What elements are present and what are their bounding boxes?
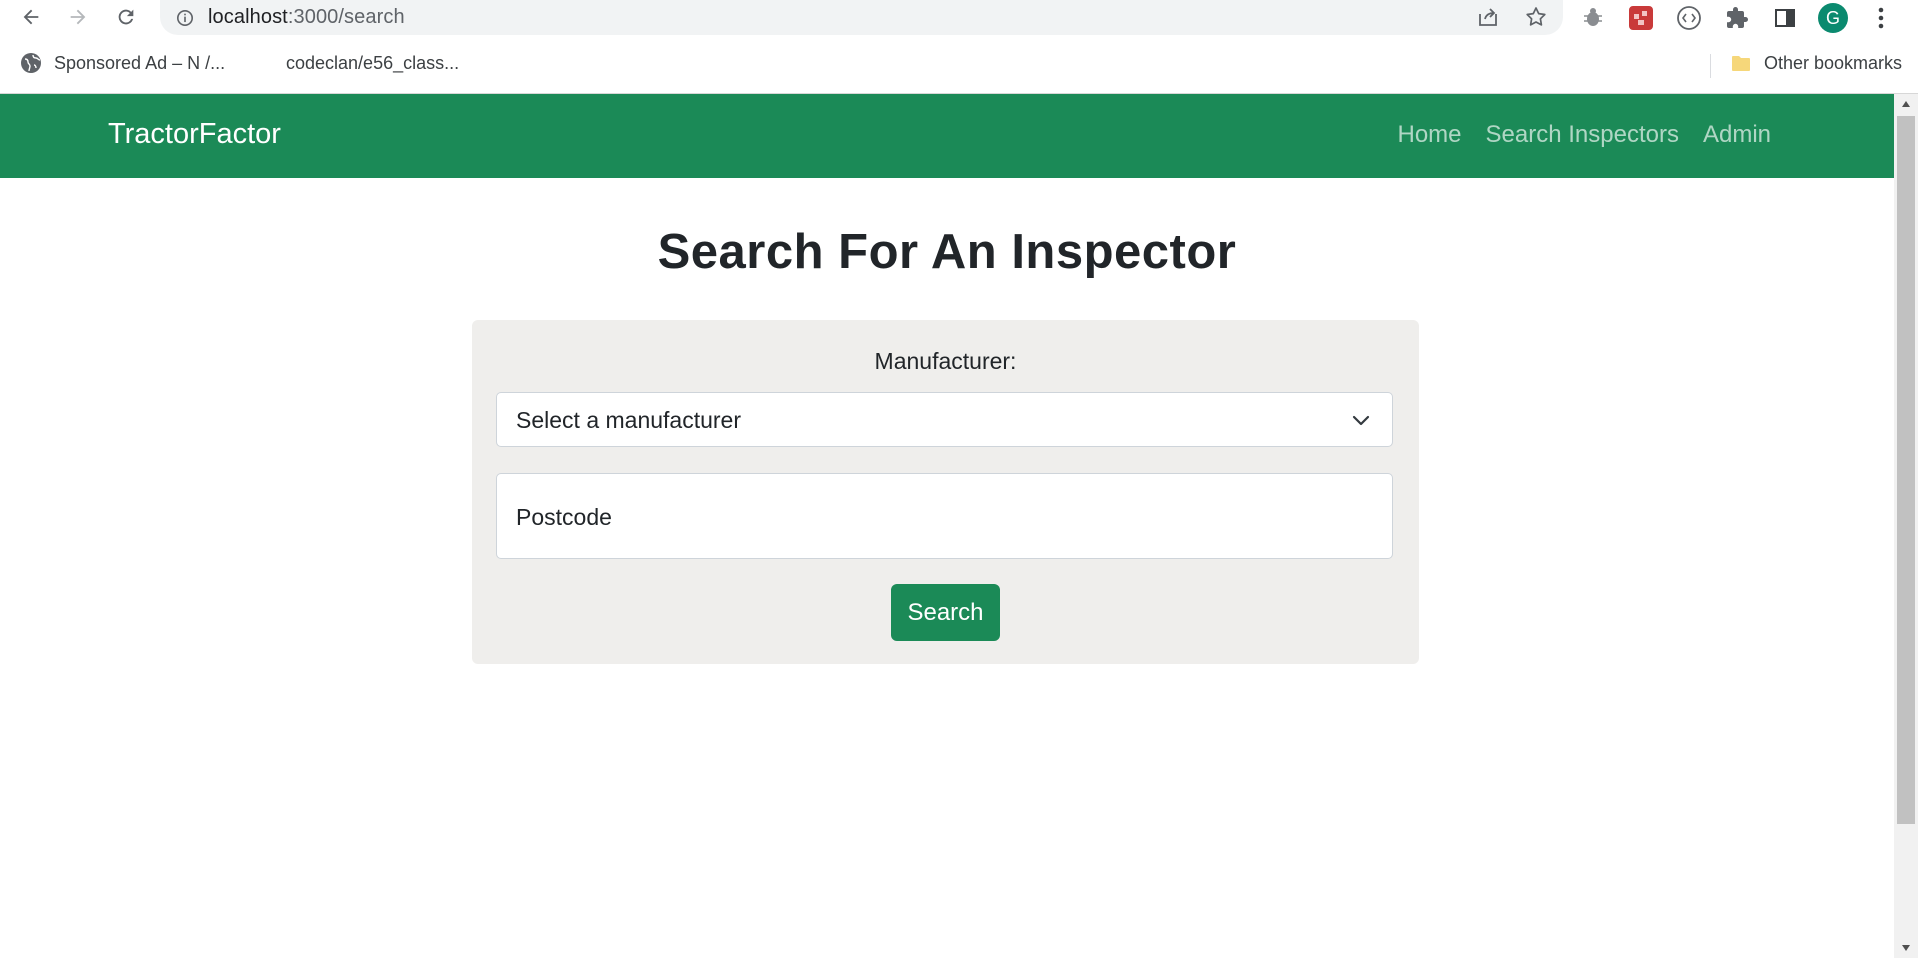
more-menu-icon[interactable] <box>1866 3 1896 33</box>
puzzle-extensions-icon[interactable] <box>1722 3 1752 33</box>
bookmark-label: Sponsored Ad – N /... <box>54 52 226 73</box>
red-extension-icon[interactable] <box>1626 3 1656 33</box>
bookmark-star-icon[interactable] <box>1523 4 1549 30</box>
side-panel-icon[interactable] <box>1770 3 1800 33</box>
search-button[interactable]: Search <box>891 584 1000 641</box>
nav-link-search-inspectors[interactable]: Search Inspectors <box>1486 121 1679 149</box>
site-navbar: TractorFactor Home Search Inspectors Adm… <box>0 94 1894 178</box>
postcode-placeholder: Postcode <box>516 504 612 530</box>
reload-icon <box>118 9 134 25</box>
profile-avatar[interactable]: G <box>1818 3 1848 33</box>
folder-icon <box>1730 52 1752 74</box>
url-text[interactable]: localhost:3000/search <box>208 6 405 29</box>
brand-logo[interactable]: TractorFactor <box>108 118 281 151</box>
manufacturer-select[interactable]: Select a manufacturer <box>496 392 1393 447</box>
profile-initial: G <box>1818 3 1848 33</box>
address-bar[interactable]: localhost:3000/search <box>160 0 1563 35</box>
postcode-input[interactable]: Postcode <box>496 473 1393 559</box>
scroll-up-arrow-icon[interactable] <box>1894 94 1918 114</box>
back-arrow-icon <box>23 9 39 25</box>
url-path: :3000/search <box>287 6 405 28</box>
scrollbar-thumb[interactable] <box>1897 116 1915 824</box>
page-title: Search For An Inspector <box>657 225 1237 279</box>
browser-toolbar: localhost:3000/search G <box>0 0 1918 36</box>
manufacturer-select-value: Select a manufacturer <box>516 407 742 433</box>
bookmark-codeclan[interactable]: codeclan/e56_class... <box>252 52 459 74</box>
bookmark-label: codeclan/e56_class... <box>286 52 460 73</box>
chevron-down-icon <box>1352 415 1370 426</box>
code-extension-icon[interactable] <box>1674 3 1704 33</box>
browser-chrome: localhost:3000/search G Sponsored Ad – N… <box>0 0 1918 94</box>
page-scrollbar[interactable] <box>1894 94 1918 958</box>
nav-links: Home Search Inspectors Admin <box>1398 121 1772 149</box>
page-viewport: TractorFactor Home Search Inspectors Adm… <box>0 94 1894 958</box>
share-icon[interactable] <box>1475 4 1501 30</box>
bug-extension-icon[interactable] <box>1578 3 1608 33</box>
url-host: localhost <box>208 6 288 28</box>
nav-link-admin[interactable]: Admin <box>1703 121 1771 149</box>
forward-arrow-icon <box>70 9 86 25</box>
bookmarks-bar: Sponsored Ad – N /... codeclan/e56_class… <box>0 44 1918 84</box>
forward-button[interactable] <box>63 2 93 32</box>
globe-icon <box>20 52 42 74</box>
bookmark-sponsored-ad[interactable]: Sponsored Ad – N /... <box>20 52 225 74</box>
other-bookmarks-label: Other bookmarks <box>1764 52 1903 73</box>
search-form-card: Manufacturer: Select a manufacturer Post… <box>472 320 1419 664</box>
bookmarks-separator <box>1710 54 1711 78</box>
github-icon <box>252 52 274 74</box>
scroll-down-arrow-icon[interactable] <box>1894 938 1918 958</box>
nav-link-home[interactable]: Home <box>1398 121 1462 149</box>
back-button[interactable] <box>16 2 46 32</box>
manufacturer-label: Manufacturer: <box>874 348 1017 374</box>
other-bookmarks[interactable]: Other bookmarks <box>1730 52 1902 74</box>
site-info-icon[interactable] <box>176 9 194 27</box>
address-bar-actions <box>1475 4 1549 30</box>
reload-button[interactable] <box>111 2 141 32</box>
extensions-bar: G <box>1578 2 1896 34</box>
